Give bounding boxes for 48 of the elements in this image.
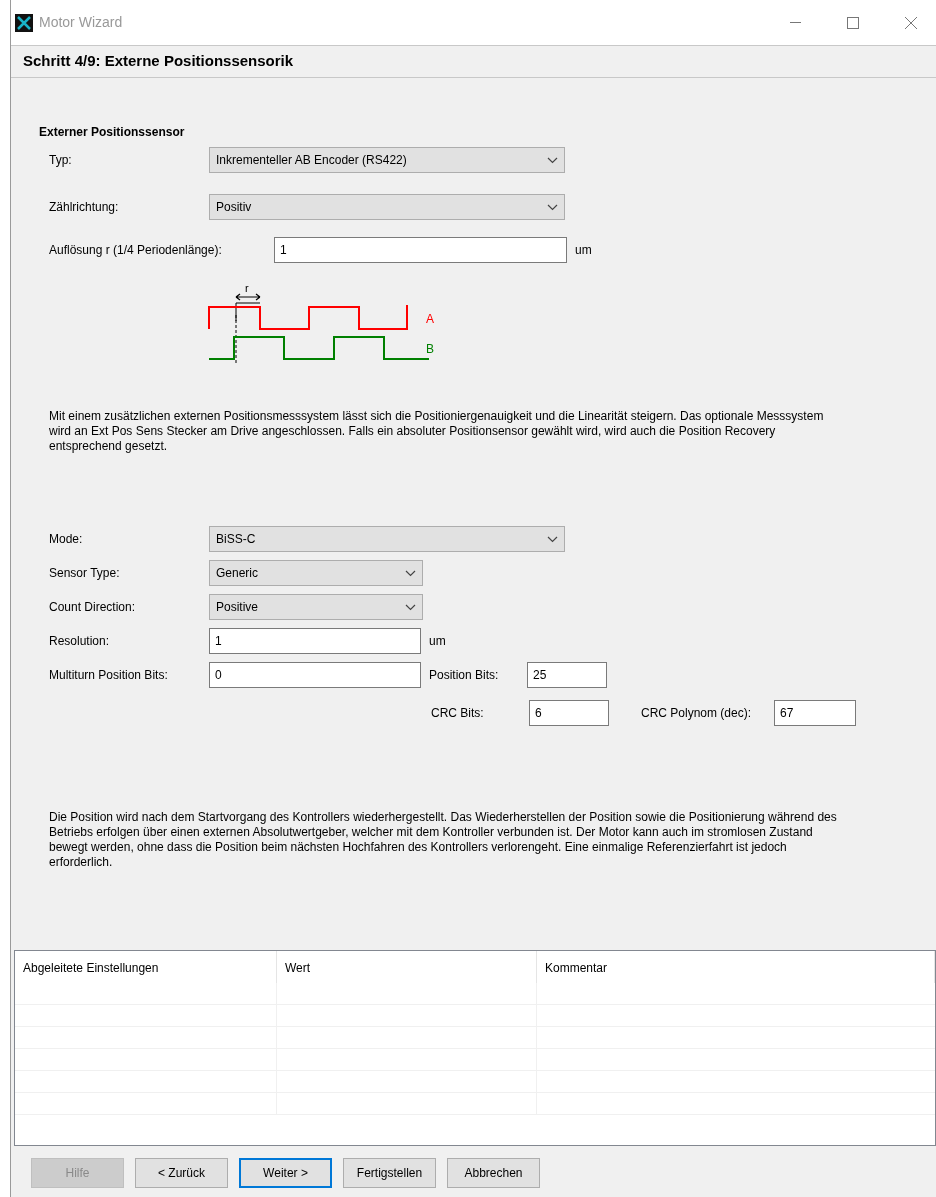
- field-label: Auflösung r (1/4 Periodenlänge):: [49, 242, 223, 259]
- maximize-icon: [847, 16, 859, 29]
- dimension-label: r: [245, 285, 249, 294]
- field-label: Mode:: [49, 531, 84, 548]
- input-field[interactable]: 1: [209, 628, 421, 654]
- section-title: Externer Positionssensor: [39, 125, 185, 139]
- field-label: Position Bits:: [429, 667, 500, 684]
- field-label: Typ:: [49, 152, 73, 169]
- dropdown[interactable]: Inkrementeller AB Encoder (RS422): [209, 147, 565, 173]
- dropdown[interactable]: Positive: [209, 594, 423, 620]
- field-label: Zählrichtung:: [49, 199, 120, 216]
- field-label: Count Direction:: [49, 599, 137, 616]
- input-field[interactable]: 6: [529, 700, 609, 726]
- dropdown[interactable]: Generic: [209, 560, 423, 586]
- unit-label: um: [575, 242, 592, 259]
- input-field[interactable]: 1: [274, 237, 567, 263]
- field-label: Sensor Type:: [49, 565, 121, 582]
- chevron-down-icon: [405, 603, 416, 611]
- channel-label: A: [426, 312, 434, 326]
- input-field[interactable]: 25: [527, 662, 607, 688]
- chevron-down-icon: [547, 203, 558, 211]
- input-field[interactable]: 0: [209, 662, 421, 688]
- wizard-button[interactable]: Weiter >: [239, 1158, 332, 1188]
- field-label: Multiturn Position Bits:: [49, 667, 169, 684]
- unit-label: um: [429, 633, 446, 650]
- app-logo-icon: [15, 13, 33, 32]
- chevron-down-icon: [405, 569, 416, 577]
- wizard-button[interactable]: Abbrechen: [447, 1158, 540, 1188]
- window-title: Motor Wizard: [39, 13, 123, 32]
- column-header[interactable]: Kommentar: [537, 951, 935, 983]
- minimize-icon: [789, 22, 801, 23]
- dropdown[interactable]: BiSS-C: [209, 526, 565, 552]
- chevron-down-icon: [547, 535, 558, 543]
- field-label: Resolution:: [49, 633, 111, 650]
- close-icon: [905, 16, 917, 29]
- description-text: Mit einem zusätzlichen externen Positionsmesssystem lässt sich die Positioniergenauigkeit und die Linearität steigern. Das optionale Messsystem wird an Ext Pos Sens Stecker am Drive angeschlossen. Falls ein absoluter Positionsensor gewählt wird, wird auch die Position Recovery entsprechend gesetzt.: [49, 409, 825, 454]
- step-title: Schritt 4/9: Externe Positionssensorik: [23, 51, 294, 72]
- column-header[interactable]: Abgeleitete Einstellungen: [15, 951, 277, 983]
- wizard-button[interactable]: Fertigstellen: [343, 1158, 436, 1188]
- column-header[interactable]: Wert: [277, 951, 537, 983]
- field-label: CRC Polynom (dec):: [641, 705, 753, 722]
- dropdown[interactable]: Positiv: [209, 194, 565, 220]
- channel-label: B: [426, 342, 434, 356]
- chevron-down-icon: [547, 156, 558, 164]
- wizard-button[interactable]: < Zurück: [135, 1158, 228, 1188]
- field-label: CRC Bits:: [431, 705, 485, 722]
- input-field[interactable]: 67: [774, 700, 856, 726]
- description-text: Die Position wird nach dem Startvorgang des Kontrollers wiederhergestellt. Das Wiederherstellen der Position sowie die Positionierung während des Betriebs erfolgen über einen externen Absolutwertgeber, welcher mit dem Kontroller verbunden ist. Der Motor kann auch im stromlosen Zustand bewegt werden, ohne dass die Position beim nächsten Hochfahren des Kontrollers verlorengeht. Eine einmalige Referenzierfahrt ist jedoch erforderlich.: [49, 810, 838, 870]
